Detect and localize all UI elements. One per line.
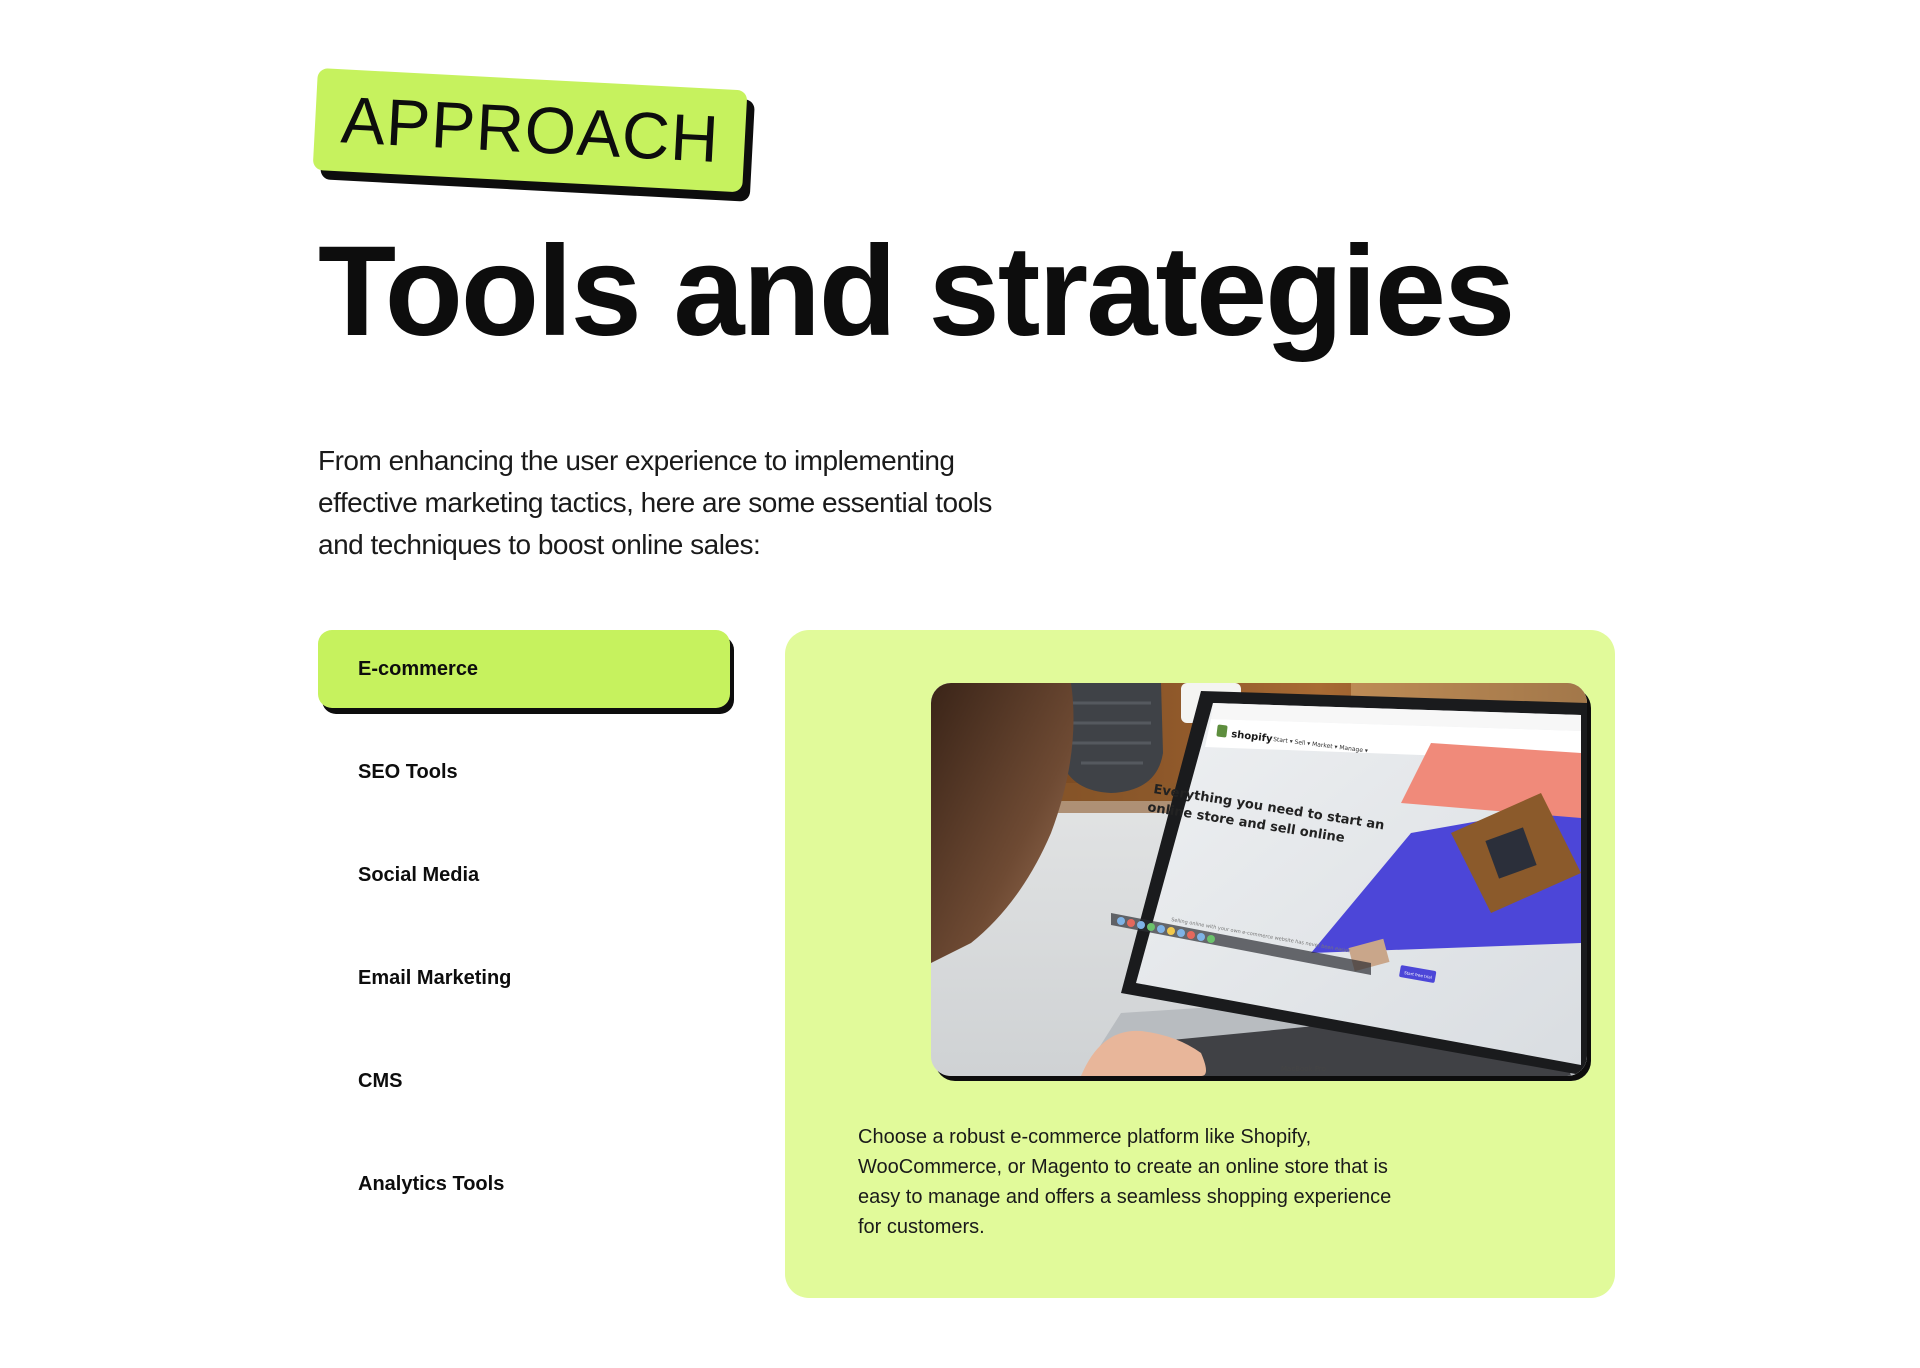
tab-analytics-tools[interactable]: Analytics Tools — [318, 1145, 730, 1223]
tab-label: E-commerce — [358, 657, 479, 680]
tab-content-description: Choose a robust e-commerce platform like… — [858, 1126, 1392, 1238]
tab-e-commerce[interactable]: E-commerce — [318, 630, 730, 708]
eyebrow-badge: APPROACH — [312, 68, 748, 193]
laptop-illustration: shopify Start ▾ Sell ▾ Market ▾ Manage ▾… — [931, 683, 1587, 1076]
page-title: Tools and strategies — [318, 220, 1515, 363]
tab-content-panel: shopify Start ▾ Sell ▾ Market ▾ Manage ▾… — [785, 630, 1615, 1298]
eyebrow-badge-wrapper: APPROACH — [312, 68, 748, 193]
tab-label: SEO Tools — [358, 760, 458, 783]
tab-label: Analytics Tools — [358, 1172, 505, 1195]
svg-text:MacBook Pro: MacBook Pro — [1281, 1065, 1326, 1073]
tab-label: Email Marketing — [358, 966, 512, 989]
tab-cms[interactable]: CMS — [318, 1042, 730, 1120]
tab-label: CMS — [358, 1069, 403, 1092]
ecommerce-photo: shopify Start ▾ Sell ▾ Market ▾ Manage ▾… — [931, 683, 1587, 1076]
tab-list: E-commerce SEO Tools Social Media Email … — [318, 630, 730, 1248]
intro-text: From enhancing the user experience to im… — [318, 445, 992, 560]
tab-email-marketing[interactable]: Email Marketing — [318, 939, 730, 1017]
tab-seo-tools[interactable]: SEO Tools — [318, 733, 730, 811]
tab-social-media[interactable]: Social Media — [318, 836, 730, 914]
tab-label: Social Media — [358, 863, 480, 886]
